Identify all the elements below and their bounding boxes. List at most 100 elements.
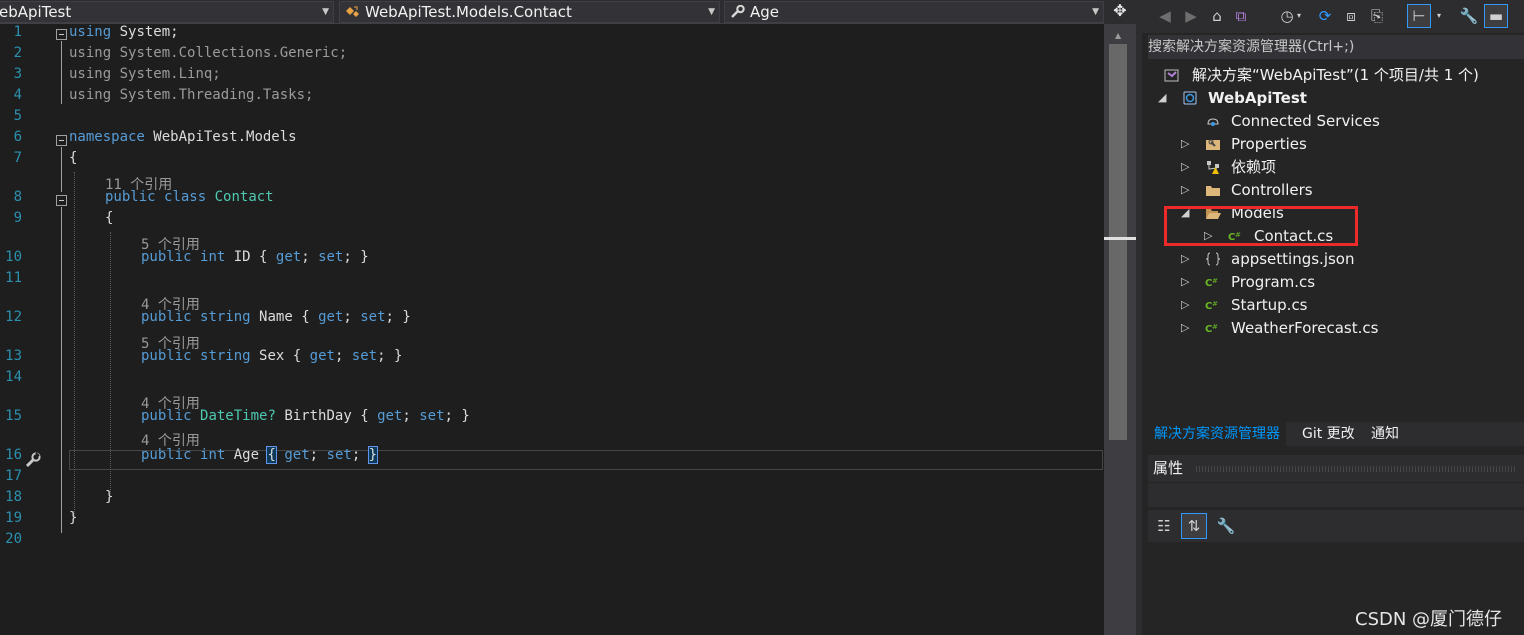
expanded-arrow-icon[interactable]: ◢ [1158,87,1166,109]
property-pages-wrench-icon[interactable]: 🔧 [1214,514,1238,538]
panel-drag-grip[interactable] [1196,466,1516,472]
type-token: DateTime? [200,408,276,424]
collapse-all-icon[interactable]: ⧈ [1340,5,1362,27]
json-file-icon [1205,252,1221,266]
solution-search-input[interactable]: 搜索解决方案资源管理器(Ctrl+;) [1148,35,1524,59]
brace-token: } [69,510,78,526]
class-icon [346,6,359,17]
keyword-token: public [141,309,192,325]
line-number: 14 [5,369,22,385]
back-icon[interactable]: ◀ [1154,5,1176,27]
annotation-highlight-box [1164,206,1358,246]
quick-actions-wrench-icon[interactable] [24,451,42,469]
svg-text:#: # [1212,323,1218,331]
switch-views-icon[interactable]: ⧉ [1230,5,1252,27]
collapsed-arrow-icon[interactable]: ▷ [1181,248,1189,270]
editor-scrollbar[interactable]: ▲ [1104,24,1136,635]
properties-wrench-icon[interactable]: 🔧 [1458,5,1480,27]
watermark: CSDN @厦门德仔 [1355,609,1503,630]
fold-toggle[interactable] [56,195,67,206]
categorized-view-icon[interactable]: ☷ [1152,514,1176,538]
keyword-token: public [105,189,156,205]
chevron-down-icon[interactable]: ▾ [1288,5,1310,27]
collapsed-arrow-icon[interactable]: ▷ [1181,133,1189,155]
collapsed-arrow-icon[interactable]: ▷ [1181,317,1189,339]
keyword-token: set [419,408,445,424]
solution-icon [1164,69,1179,82]
brace-token: } [393,348,403,364]
keyword-token: set [360,309,386,325]
tree-item-label: Program.cs [1231,273,1316,291]
chevron-down-icon: ▼ [322,7,329,17]
fold-guide [61,147,62,192]
line-number: 8 [13,189,22,205]
sync-icon[interactable]: ⟳ [1314,5,1336,27]
line-number: 3 [13,66,22,82]
tab-git-changes[interactable]: Git 更改 [1298,422,1359,446]
preview-selected-items-icon[interactable]: ▬ [1484,4,1508,28]
code-line: using System; [69,24,179,40]
tab-solution-explorer[interactable]: 解决方案资源管理器 [1148,422,1286,446]
namespace-token: System; [119,24,179,40]
home-icon[interactable]: ⌂ [1206,5,1228,27]
svg-text:#: # [1212,300,1218,308]
brace-token: { [69,150,78,166]
solution-explorer-toolbar: ◀ ▶ ⌂ ⧉ ◷ ▾ ⟳ ⧈ ⎘ ⊢ ▾ 🔧 ▬ [1142,0,1524,33]
tree-item-label: Startup.cs [1231,296,1308,314]
chevron-down-icon[interactable]: ▾ [1428,5,1450,27]
caret-position-marker [1104,237,1136,240]
code-line: public int ID { get; set; } [141,249,369,265]
alphabetical-view-icon[interactable]: ⇅ [1181,513,1207,539]
code-line: using System.Collections.Generic; [69,45,347,61]
fold-toggle[interactable] [56,29,67,40]
code-line: { [69,150,77,166]
keyword-token: using [69,66,112,82]
brace-token: } [461,408,470,424]
line-number: 17 [5,468,22,484]
show-all-files-icon[interactable]: ⎘ [1366,5,1388,27]
tree-item-label: WeatherForecast.cs [1231,319,1379,337]
code-line: } [105,489,113,505]
code-editor[interactable]: ebApiTest ▼ WebApiTest.Models.Contact ▼ … [0,0,1104,635]
keyword-token: public [141,348,192,364]
project-dropdown[interactable]: ebApiTest ▼ [0,1,334,23]
object-selector[interactable] [1148,483,1524,507]
tree-item-label: WebApiTest [1208,89,1307,107]
identifier-token: Sex [259,348,285,364]
keyword-token: set [318,249,344,265]
solution-explorer-tabs: 解决方案资源管理器 Git 更改 通知 [1148,422,1524,446]
collapsed-arrow-icon[interactable]: ▷ [1181,156,1189,178]
line-number: 12 [5,309,22,325]
brace-token: { [259,249,268,265]
code-area[interactable]: 1 using System; 2 using System.Collections.… [0,24,1104,635]
type-dropdown-label: WebApiTest.Models.Contact [365,3,572,21]
brace-token: } [367,446,379,464]
code-line: public string Name { get; set; } [141,309,411,325]
csharp-file-icon: C # [1205,277,1218,289]
split-window-button[interactable]: ✥ [1104,0,1136,24]
type-token: string [200,348,251,364]
brace-token: { [292,348,302,364]
fold-guide [61,207,62,533]
scrollbar-thumb[interactable] [1109,44,1127,440]
collapsed-arrow-icon[interactable]: ▷ [1181,271,1189,293]
identifier-token: BirthDay [284,408,352,424]
sync-with-active-document-icon[interactable]: ⊢ [1407,4,1431,28]
tab-notifications[interactable]: 通知 [1367,422,1403,446]
collapsed-arrow-icon[interactable]: ▷ [1181,179,1189,201]
member-dropdown[interactable]: Age ▼ [724,1,1104,23]
scroll-up-icon[interactable]: ▲ [1115,31,1121,40]
type-dropdown[interactable]: WebApiTest.Models.Contact ▼ [339,1,720,23]
code-line: using System.Threading.Tasks; [69,87,313,103]
code-line: using System.Linq; [69,66,221,82]
tree-item-label: appsettings.json [1231,250,1355,268]
identifier-token: Name [259,309,293,325]
tree-item-label: Properties [1231,135,1307,153]
folder-icon [1206,186,1220,196]
line-number: 16 [5,447,22,463]
project-icon [1183,91,1197,105]
collapsed-arrow-icon[interactable]: ▷ [1181,294,1189,316]
code-line: public DateTime? BirthDay { get; set; } [141,408,470,424]
fold-toggle[interactable] [56,135,67,146]
forward-icon[interactable]: ▶ [1180,5,1202,27]
